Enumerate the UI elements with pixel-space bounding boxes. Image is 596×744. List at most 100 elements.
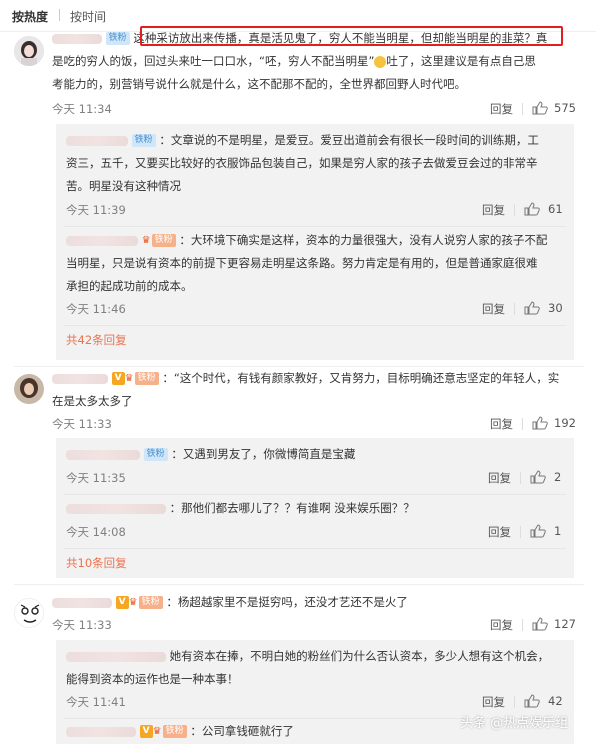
avatar[interactable] [14,598,44,628]
comment-time: 今天 11:34 [52,102,112,116]
action-divider [522,103,523,115]
reply-panel: 铁粉 ：文章说的不是明星，是爱豆。爱豆出道前会有很长一段时间的训练期，工 资三，… [56,124,574,360]
action-divider [520,472,521,484]
reply-button[interactable]: 回复 [490,101,513,117]
reply-text-line: 她有资本在捧，不明白她的粉丝们为什么否认资本，多少人想有这个机会， [66,646,549,667]
username-blurred[interactable] [66,135,128,146]
like-count: 575 [554,101,576,115]
reply-divider [64,325,566,326]
reply-text-line: 承担的起成功前的成本。 [66,279,193,293]
tie-fan-badge: 铁粉 [131,134,156,147]
action-divider [514,696,515,708]
username-blurred[interactable] [66,651,166,662]
fan-badge: 铁粉 [138,596,163,609]
reply-text-line: 铁粉 ：文章说的不是明星，是爱豆。爱豆出道前会有很长一段时间的训练期，工 [66,130,539,151]
medal-icon: ♛ [128,597,138,608]
more-replies-link[interactable]: 共10条回复 [66,555,127,571]
reply-text-line: 能得到资本的运作也是一种本事！ [66,672,239,686]
reply-divider [64,226,566,227]
thumbs-up-icon[interactable] [530,524,546,538]
thumbs-up-icon[interactable] [532,617,548,631]
thumbs-up-icon[interactable] [530,470,546,484]
thumbs-up-icon[interactable] [532,101,548,115]
reply-text-line: 铁粉 ：又遇到男友了，你微博简直是宝藏 [66,444,355,465]
reply-time: 今天 11:39 [66,203,126,217]
like-count: 61 [548,202,563,216]
like-count: 1 [554,524,562,538]
thumbs-up-icon[interactable] [532,416,548,430]
reply-text-line: ：那他们都去哪儿了？？有谁啊 没来娱乐圈？？ [66,498,415,519]
action-divider [514,204,515,216]
avatar[interactable] [14,36,44,66]
like-count: 30 [548,301,563,315]
verified-v-badge: V [111,372,125,385]
reply-divider [64,494,566,495]
reply-button[interactable]: 回复 [490,617,513,633]
comment-text-line: V ♛ 铁粉 ：“这个时代，有钱有颜家教好，又肯努力，目标明确还意志坚定的年轻人，实 [52,368,559,389]
username-blurred[interactable] [52,597,112,608]
comment-divider [14,584,584,585]
emoji-icon [374,55,387,68]
user-photo-icon [14,36,44,66]
like-count: 2 [554,470,562,484]
like-count: 127 [554,617,576,631]
tie-fan-badge: 铁粉 [143,448,168,461]
like-count: 42 [548,694,563,708]
medal-icon: ♛ [124,373,134,384]
sort-by-time-tab[interactable]: 按时间 [70,8,106,25]
reply-text-line: 苦。明星没有这种情况 [66,179,181,193]
reply-button[interactable]: 回复 [488,524,511,540]
tie-fan-badge: 铁粉 [105,32,130,45]
cartoon-face-icon [15,599,43,627]
more-replies-link[interactable]: 共42条回复 [66,332,127,348]
reply-panel: 铁粉 ：又遇到男友了，你微博简直是宝藏 今天 11:35 回复 2 ：那他们都去… [56,438,574,578]
reply-text-line: 资三，五千，又要买比较好的衣服饰品包装自己，如果是穷人家的孩子去做爱豆会过的非常… [66,156,538,170]
username-blurred[interactable] [52,33,102,44]
like-count: 192 [554,416,576,430]
highlight-box [140,26,563,46]
username-blurred[interactable] [52,373,108,384]
action-divider [522,619,523,631]
reply-button[interactable]: 回复 [488,470,511,486]
thumbs-up-icon[interactable] [524,301,540,315]
watermark: 头条 @热点娱乐组 [460,716,569,731]
username-blurred[interactable] [66,726,136,737]
sort-divider [59,9,60,21]
fan-badge: 铁粉 [134,372,159,385]
sort-by-hot-tab[interactable]: 按热度 [12,8,48,25]
action-divider [514,303,515,315]
username-blurred[interactable] [66,503,166,514]
reply-text-line: V ♛ 铁粉 ：公司拿钱砸就行了 [66,721,294,742]
comment-text-line: 在是太多太多了 [52,394,133,408]
reply-time: 今天 11:35 [66,471,126,485]
comment-divider [14,366,584,367]
action-divider [520,526,521,538]
medal-icon: ♛ [141,235,151,246]
user-photo-icon [14,374,44,404]
comment-time: 今天 11:33 [52,618,112,632]
comment-text-line: V ♛ 铁粉 ：杨超越家里不是挺穷吗，还没才艺还不是火了 [52,592,408,613]
action-divider [522,418,523,430]
verified-v-badge: V [115,596,129,609]
avatar[interactable] [14,374,44,404]
comment-time: 今天 11:33 [52,417,112,431]
fan-badge: 铁粉 [162,725,187,738]
reply-button[interactable]: 回复 [482,202,505,218]
reply-time: 今天 11:41 [66,695,126,709]
reply-button[interactable]: 回复 [490,416,513,432]
verified-v-badge: V [139,725,153,738]
reply-text-line: 当明星，只是说有资本的前提下更容易走明星这条路。努力肯定是有用的，但是普通家庭很… [66,256,538,270]
username-blurred[interactable] [66,449,140,460]
reply-time: 今天 14:08 [66,525,126,539]
fan-badge: 铁粉 [151,234,176,247]
reply-divider [64,548,566,549]
reply-button[interactable]: 回复 [482,301,505,317]
comment-text-line: 考能力的，别营销号说什么就是什么，这不配那不配的，全世界都回野人时代吧。 [52,77,466,91]
reply-button[interactable]: 回复 [482,694,505,710]
thumbs-up-icon[interactable] [524,202,540,216]
comment-text-line: 是吃的穷人的饭，回过头来吐一口口水，“呸，穷人不配当明星” 吐了，这里建议是有点自… [52,54,536,68]
medal-icon: ♛ [152,726,162,737]
username-blurred[interactable] [66,235,138,246]
thumbs-up-icon[interactable] [524,694,540,708]
reply-text-line: ♛ 铁粉 ：大环境下确实是这样，资本的力量很强大，没有人说穷人家的孩子不配 [66,230,547,251]
